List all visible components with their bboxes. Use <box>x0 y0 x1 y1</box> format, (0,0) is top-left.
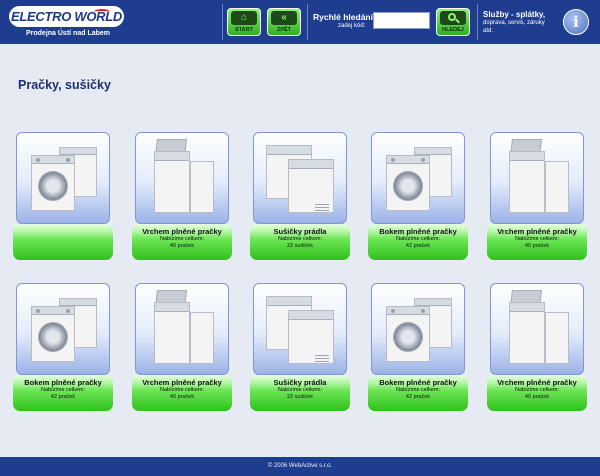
category-count-label: Nabízíme celkem: <box>40 387 85 393</box>
top-loader-washer-icon <box>135 283 229 375</box>
category-count-label: Nabízíme celkem: <box>395 387 440 393</box>
footer-copyright: © 2006 WebActive s.r.o. <box>267 463 333 469</box>
category-name: Vrchem plněné pračky <box>497 378 577 387</box>
info-button[interactable]: i <box>563 9 589 35</box>
category-card[interactable]: Bokem plněné pračky Nabízíme celkem: 42 pr… <box>13 283 113 411</box>
double-chevron-left-icon: « <box>271 11 297 25</box>
divider <box>222 4 223 40</box>
home-icon: ⌂ <box>231 11 257 25</box>
category-count-value: 40 praček <box>524 243 550 249</box>
search-button-label: HLEDEJ <box>442 27 464 33</box>
category-count-value: 42 praček <box>405 394 431 400</box>
category-name: Vrchem plněné pračky <box>142 227 222 236</box>
front-loader-washer-icon <box>16 132 110 224</box>
category-card[interactable]: Bokem plněné pračky Nabízíme celkem: 42 pr… <box>368 132 468 260</box>
category-label <box>13 224 113 260</box>
category-card[interactable]: Vrchem plněné pračky Nabízíme celkem: 40 p… <box>132 132 232 260</box>
category-name: Vrchem plněné pračky <box>142 378 222 387</box>
services-link-subtitle[interactable]: doprava, servis, záruky atd. <box>483 20 553 35</box>
category-count-value: 42 praček <box>405 243 431 249</box>
category-name: Bokem plněné pračky <box>379 227 457 236</box>
back-button-label: ZPĚT <box>276 27 292 33</box>
quick-search-input[interactable] <box>373 12 430 29</box>
category-card[interactable]: Vrchem plněné pračky Nabízíme celkem: 40 p… <box>487 283 587 411</box>
category-card[interactable] <box>13 132 113 260</box>
category-name: Vrchem plněné pračky <box>497 227 577 236</box>
category-count: Nabízíme celkem: 42 praček <box>368 387 468 401</box>
category-card[interactable]: Bokem plněné pračky Nabízíme celkem: 42 pr… <box>368 283 468 411</box>
category-count-value: 40 praček <box>524 394 550 400</box>
category-count-label: Nabízíme celkem: <box>277 236 322 242</box>
category-count-value: 22 sušiček <box>287 394 313 400</box>
front-loader-washer-icon <box>371 132 465 224</box>
tumble-dryer-icon <box>253 283 347 375</box>
store-name: Prodejna Ústí nad Labem <box>25 30 111 37</box>
quick-search-title: Rychlé hledání <box>313 12 373 22</box>
page-title: Pračky, sušičky <box>18 78 111 92</box>
category-count-value: 42 praček <box>50 394 76 400</box>
category-card[interactable]: Sušičky prádla Nabízíme celkem: 22 sušiček <box>250 132 350 260</box>
category-label: Vrchem plněné pračky Nabízíme celkem: 40 p… <box>487 224 587 260</box>
divider <box>477 4 478 40</box>
footer: © 2006 WebActive s.r.o. <box>0 457 600 476</box>
top-loader-washer-icon <box>490 283 584 375</box>
category-label: Bokem plněné pračky Nabízíme celkem: 42 pr… <box>368 224 468 260</box>
back-button[interactable]: « ZPĚT <box>267 8 301 36</box>
start-button-label: START <box>235 27 253 33</box>
category-label: Sušičky prádla Nabízíme celkem: 22 sušiček <box>250 224 350 260</box>
search-button[interactable]: HLEDEJ <box>436 8 470 36</box>
category-count: Nabízíme celkem: 42 praček <box>13 387 113 401</box>
top-loader-washer-icon <box>135 132 229 224</box>
category-count: Nabízíme celkem: 40 praček <box>132 387 232 401</box>
info-icon: i <box>573 13 579 31</box>
services-link-title[interactable]: Služby - splátky, <box>483 10 545 19</box>
category-count: Nabízíme celkem: 40 praček <box>487 387 587 401</box>
top-bar: ELECTRO WORLD Prodejna Ústí nad Labem ⌂ … <box>0 0 600 44</box>
category-count: Nabízíme celkem: 40 praček <box>132 236 232 250</box>
category-count-label: Nabízíme celkem: <box>514 387 559 393</box>
category-count-label: Nabízíme celkem: <box>514 236 559 242</box>
category-count: Nabízíme celkem: 22 sušiček <box>250 387 350 401</box>
category-count-value: 40 praček <box>169 243 195 249</box>
category-count-label: Nabízíme celkem: <box>395 236 440 242</box>
magnifier-icon <box>440 11 466 25</box>
category-card[interactable]: Sušičky prádla Nabízíme celkem: 22 sušiček <box>250 283 350 411</box>
electro-world-logo[interactable]: ELECTRO WORLD <box>9 6 124 27</box>
category-count: Nabízíme celkem: 40 praček <box>487 236 587 250</box>
category-name: Bokem plněné pračky <box>24 378 102 387</box>
top-loader-washer-icon <box>490 132 584 224</box>
category-count <box>13 236 113 243</box>
category-count-label: Nabízíme celkem: <box>277 387 322 393</box>
category-label: Vrchem plněné pračky Nabízíme celkem: 40 p… <box>487 375 587 411</box>
category-label: Bokem plněné pračky Nabízíme celkem: 42 pr… <box>368 375 468 411</box>
logo-swoosh-icon <box>94 9 110 15</box>
category-name: Bokem plněné pračky <box>379 378 457 387</box>
front-loader-washer-icon <box>371 283 465 375</box>
category-card[interactable]: Vrchem plněné pračky Nabízíme celkem: 40 p… <box>487 132 587 260</box>
category-label: Vrchem plněné pračky Nabízíme celkem: 40 p… <box>132 375 232 411</box>
category-count-value: 40 praček <box>169 394 195 400</box>
start-button[interactable]: ⌂ START <box>227 8 261 36</box>
quick-search-hint: zadej kód: <box>338 23 366 29</box>
tumble-dryer-icon <box>253 132 347 224</box>
category-name: Sušičky prádla <box>273 227 327 236</box>
category-count: Nabízíme celkem: 22 sušiček <box>250 236 350 250</box>
category-card[interactable]: Vrchem plněné pračky Nabízíme celkem: 40 p… <box>132 283 232 411</box>
category-label: Sušičky prádla Nabízíme celkem: 22 sušiček <box>250 375 350 411</box>
front-loader-washer-icon <box>16 283 110 375</box>
category-name: Sušičky prádla <box>273 378 327 387</box>
category-count-value: 22 sušiček <box>287 243 313 249</box>
category-count: Nabízíme celkem: 42 praček <box>368 236 468 250</box>
category-count-label: Nabízíme celkem: <box>159 387 204 393</box>
category-label: Vrchem plněné pračky Nabízíme celkem: 40 p… <box>132 224 232 260</box>
category-count-label: Nabízíme celkem: <box>159 236 204 242</box>
category-label: Bokem plněné pračky Nabízíme celkem: 42 pr… <box>13 375 113 411</box>
divider <box>307 4 308 40</box>
